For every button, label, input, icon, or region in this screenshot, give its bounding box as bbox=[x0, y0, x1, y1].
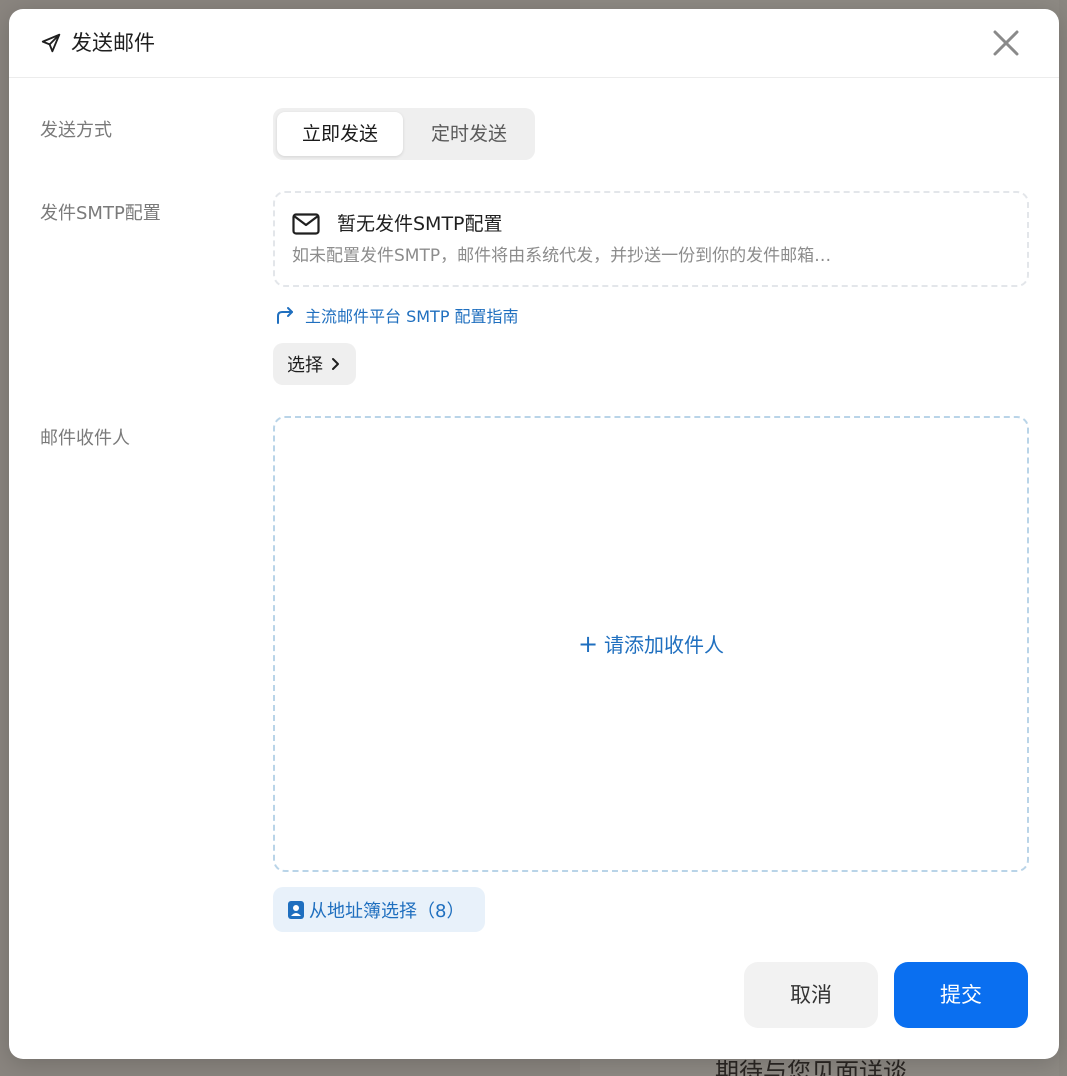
smtp-config-label: 发件SMTP配置 bbox=[40, 203, 161, 224]
smtp-empty-state: 暂无发件SMTP配置 如未配置发件SMTP，邮件将由系统代发，并抄送一份到你的发… bbox=[273, 191, 1029, 287]
send-email-dialog: 发送邮件 发送方式 立即发送 定时发送 发件SMTP配置 暂无发件SMTP配置 … bbox=[9, 9, 1059, 1059]
scheduled-send-option[interactable]: 定时发送 bbox=[407, 112, 531, 156]
smtp-empty-description: 如未配置发件SMTP，邮件将由系统代发，并抄送一份到你的发件邮箱… bbox=[292, 246, 832, 266]
dialog-title: 发送邮件 bbox=[71, 31, 155, 55]
plus-icon: + bbox=[577, 630, 599, 658]
smtp-guide-text: 主流邮件平台 SMTP 配置指南 bbox=[305, 307, 519, 326]
recipients-dropzone[interactable]: + 请添加收件人 bbox=[273, 416, 1029, 872]
smtp-select-button[interactable]: 选择 bbox=[273, 343, 356, 385]
send-method-toggle: 立即发送 定时发送 bbox=[273, 108, 535, 160]
mail-icon bbox=[292, 213, 320, 235]
close-icon[interactable] bbox=[990, 27, 1022, 59]
submit-button[interactable]: 提交 bbox=[894, 962, 1028, 1028]
contact-book-icon bbox=[288, 900, 304, 919]
add-recipient-text: 请添加收件人 bbox=[604, 633, 725, 657]
smtp-select-label: 选择 bbox=[287, 355, 323, 376]
smtp-guide-link[interactable]: 主流邮件平台 SMTP 配置指南 bbox=[274, 302, 519, 328]
backdrop-strip bbox=[1059, 0, 1067, 1076]
chevron-right-icon bbox=[332, 358, 339, 370]
address-book-button[interactable]: 从地址簿选择（8） bbox=[273, 887, 485, 932]
dialog-header: 发送邮件 bbox=[9, 9, 1059, 78]
add-recipient-prompt[interactable]: + 请添加收件人 bbox=[275, 630, 1027, 659]
send-icon bbox=[41, 33, 61, 53]
smtp-empty-title: 暂无发件SMTP配置 bbox=[337, 213, 503, 235]
send-now-option[interactable]: 立即发送 bbox=[277, 112, 403, 156]
send-method-label: 发送方式 bbox=[40, 120, 112, 141]
cancel-button[interactable]: 取消 bbox=[744, 962, 878, 1028]
address-book-text: 从地址簿选择（8） bbox=[309, 900, 465, 922]
backdrop-accent bbox=[905, 0, 1025, 34]
share-arrow-icon bbox=[277, 307, 293, 324]
recipients-label: 邮件收件人 bbox=[40, 428, 130, 449]
